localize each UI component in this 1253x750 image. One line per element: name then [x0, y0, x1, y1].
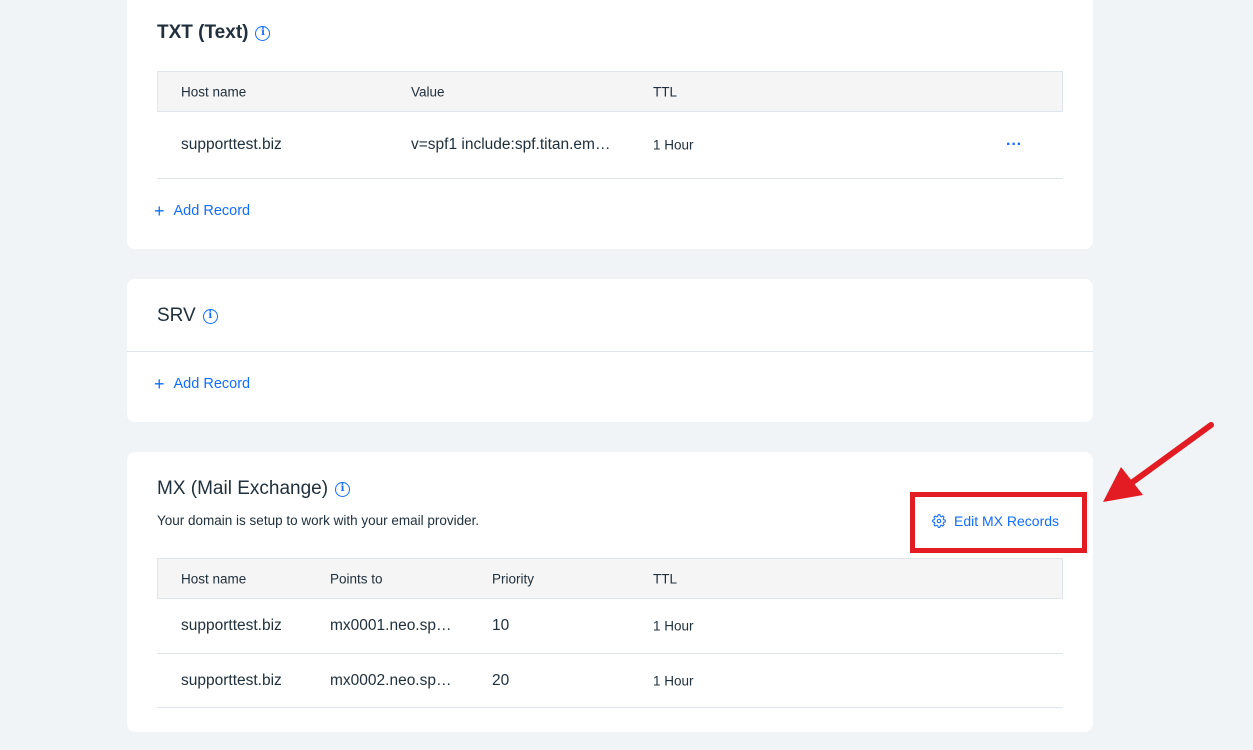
mx-row-points: mx0001.neo.sp…: [330, 617, 452, 634]
mx-header-priority: Priority: [492, 571, 535, 586]
txt-header-value: Value: [411, 84, 445, 99]
mx-header-points: Points to: [330, 571, 383, 586]
txt-records-card: TXT (Text) i Host name Value TTL support…: [127, 0, 1093, 249]
info-icon[interactable]: i: [255, 25, 271, 41]
annotation-arrow-icon: [1103, 422, 1214, 502]
txt-row-value: v=spf1 include:spf.titan.em…: [411, 136, 611, 153]
info-icon[interactable]: i: [202, 308, 218, 324]
mx-table-header: Host name Points to Priority TTL: [157, 558, 1063, 599]
txt-add-record-button[interactable]: + Add Record: [154, 201, 251, 221]
mx-row-host: supporttest.biz: [181, 671, 282, 689]
srv-records-card: SRV i + Add Record: [127, 279, 1093, 422]
mx-row-points: mx0002.neo.sp…: [330, 671, 452, 689]
plus-icon: +: [154, 201, 165, 221]
add-record-label: Add Record: [173, 376, 251, 392]
txt-header-host: Host name: [181, 84, 247, 99]
annotation-highlight-box: [910, 492, 1087, 553]
mx-row-ttl: 1 Hour: [653, 618, 694, 634]
info-icon[interactable]: i: [335, 481, 351, 497]
add-record-label: Add Record: [173, 203, 251, 219]
mx-subtitle: Your domain is setup to work with your e…: [157, 513, 480, 528]
txt-table-header: Host name Value TTL: [157, 71, 1063, 112]
mx-row-ttl: 1 Hour: [653, 673, 694, 688]
table-row: supporttest.biz mx0001.neo.sp… 10 1 Hour: [157, 599, 1063, 654]
mx-row-host: supporttest.biz: [181, 617, 282, 634]
mx-header-host: Host name: [181, 571, 247, 586]
txt-row-ttl: 1 Hour: [653, 137, 694, 153]
srv-section-title: SRV i: [157, 305, 218, 327]
mx-row-priority: 10: [492, 617, 510, 634]
mx-header-ttl: TTL: [653, 571, 678, 586]
mx-section-title: MX (Mail Exchange) i: [157, 478, 351, 500]
srv-divider: [127, 351, 1093, 352]
table-row: supporttest.biz mx0002.neo.sp… 20 1 Hour: [157, 654, 1063, 708]
txt-header-ttl: TTL: [653, 84, 678, 99]
srv-add-record-button[interactable]: + Add Record: [154, 374, 251, 394]
mx-row-priority: 20: [492, 671, 510, 689]
srv-title-text: SRV: [157, 305, 196, 326]
plus-icon: +: [154, 374, 165, 394]
mx-title-text: MX (Mail Exchange): [157, 478, 329, 499]
txt-section-title: TXT (Text) i: [157, 22, 271, 44]
txt-title-text: TXT (Text): [157, 22, 249, 43]
more-actions-icon[interactable]: ···: [1006, 136, 1022, 154]
txt-row-host: supporttest.biz: [181, 136, 282, 153]
table-row: supporttest.biz v=spf1 include:spf.titan…: [157, 112, 1063, 179]
